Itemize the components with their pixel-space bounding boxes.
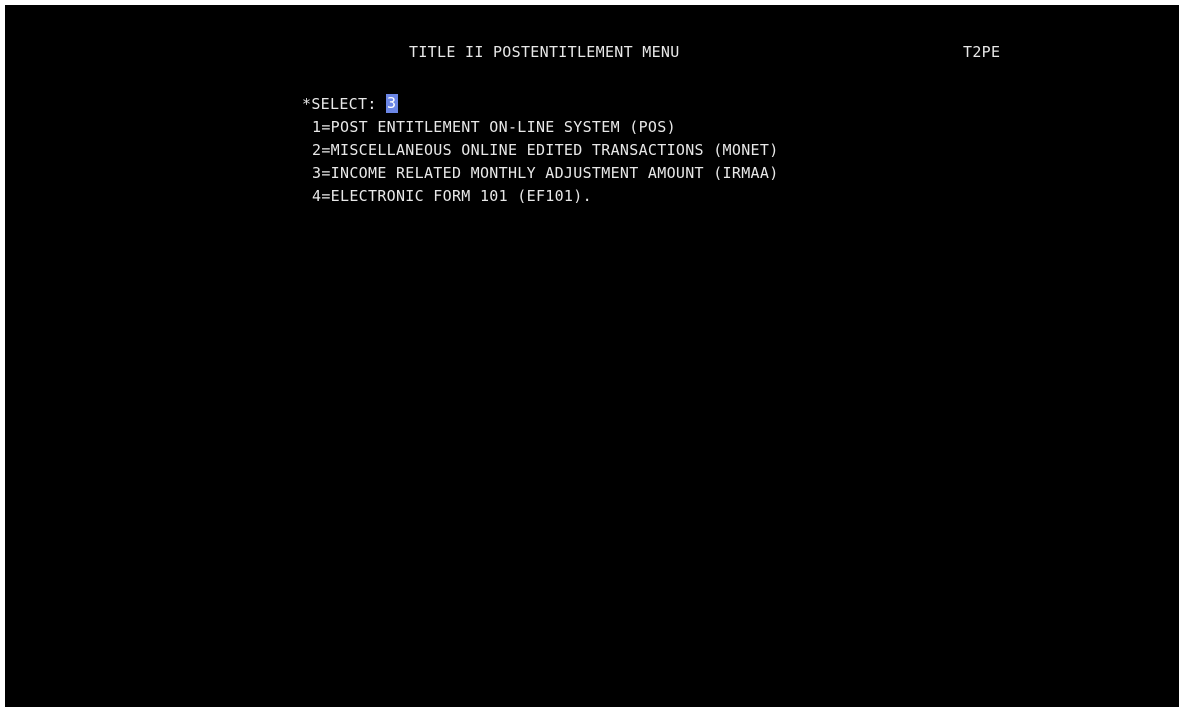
terminal-screen: TITLE II POSTENTITLEMENT MENU T2PE *SELE…	[5, 5, 1179, 707]
menu-option-pos: 1=POST ENTITLEMENT ON-LINE SYSTEM (POS)	[312, 118, 676, 136]
menu-option-ef101: 4=ELECTRONIC FORM 101 (EF101).	[312, 187, 592, 205]
menu-title: TITLE II POSTENTITLEMENT MENU	[409, 43, 680, 61]
screen-id: T2PE	[963, 43, 1001, 61]
select-label: *SELECT:	[302, 95, 386, 113]
select-input[interactable]: 3	[385, 94, 398, 113]
select-row: *SELECT: 3	[302, 93, 398, 116]
menu-option-irmaa: 3=INCOME RELATED MONTHLY ADJUSTMENT AMOU…	[312, 164, 779, 182]
menu-option-monet: 2=MISCELLANEOUS ONLINE EDITED TRANSACTIO…	[312, 141, 779, 159]
